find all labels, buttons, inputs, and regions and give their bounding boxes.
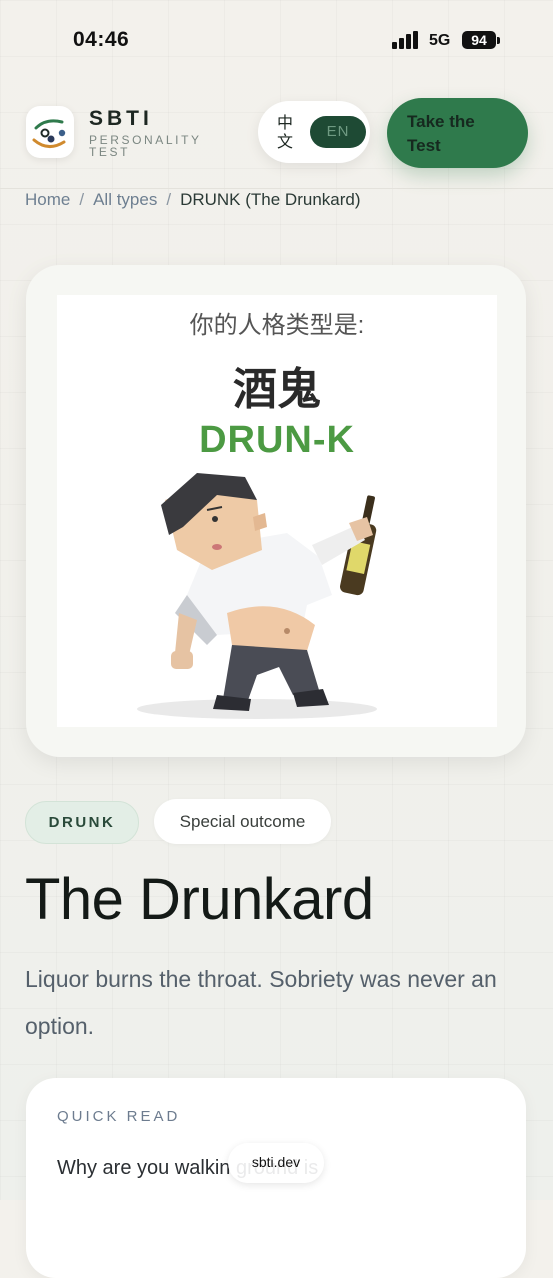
type-tagline: Liquor burns the throat. Sobriety was ne… [25, 966, 497, 1039]
status-time: 04:46 [73, 28, 130, 51]
page-title: The Drunkard [25, 867, 374, 932]
poster-question: 你的人格类型是: [189, 312, 365, 339]
poster-type-code: DRUN-K [199, 419, 355, 461]
breadcrumb-current: DRUNK (The Drunkard) [180, 190, 361, 209]
battery-tip [497, 37, 500, 44]
breadcrumb-separator: / [79, 190, 85, 209]
brand-subtitle: PERSONALITY TEST [89, 133, 202, 159]
take-test-button[interactable]: Take the Test [387, 98, 528, 168]
url-domain-pill[interactable]: sbti.dev [228, 1143, 324, 1183]
network-type: 5G [429, 32, 451, 49]
poster-type-chinese: 酒鬼 [233, 365, 321, 414]
site-header: SBTI PERSONALITY TEST 中文 EN Take the Tes… [0, 80, 553, 189]
breadcrumb: Home / All types / DRUNK (The Drunkard) [25, 190, 361, 210]
type-image-card: 你的人格类型是: 酒鬼 DRUN-K [26, 265, 526, 757]
lang-option-en[interactable]: EN [310, 116, 366, 148]
signal-bars-icon [392, 31, 420, 49]
take-test-label: Take the Test [407, 112, 475, 155]
status-bar: 04:46 5G 94 [0, 0, 553, 80]
special-outcome-badge: Special outcome [154, 799, 331, 844]
battery-icon: 94 [462, 31, 496, 49]
language-toggle[interactable]: 中文 EN [258, 101, 370, 163]
breadcrumb-home[interactable]: Home [25, 190, 70, 209]
type-code-badge: DRUNK [25, 801, 139, 844]
breadcrumb-all-types[interactable]: All types [93, 190, 157, 209]
type-poster-image: 你的人格类型是: 酒鬼 DRUN-K [57, 295, 497, 727]
brand-name[interactable]: SBTI [89, 107, 153, 131]
sbti-logo-icon[interactable] [26, 106, 74, 158]
lang-option-zh[interactable]: 中文 [276, 114, 294, 152]
breadcrumb-separator: / [166, 190, 172, 209]
quick-read-label: QUICK READ [57, 1108, 181, 1125]
